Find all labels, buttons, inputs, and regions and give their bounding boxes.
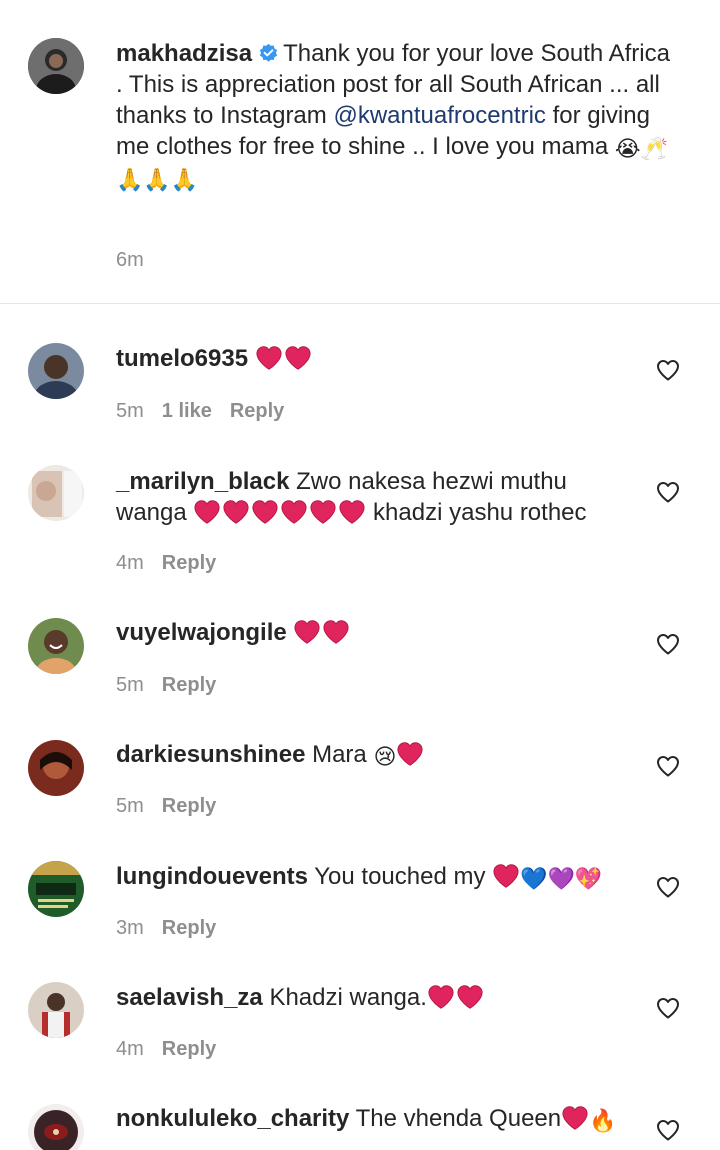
avatar-image (28, 1104, 84, 1150)
avatar-saelavish_za[interactable] (28, 982, 84, 1038)
caption-text: makhadzisa Thank you for your love South … (116, 38, 680, 193)
caption-emojis-end: 😭🥂 (614, 136, 668, 161)
comment-_marilyn_black: _marilyn_black Zwo nakesa hezwi muthu wa… (116, 466, 640, 528)
comment-username[interactable]: _marilyn_black (116, 468, 289, 495)
red-heart-emoji (322, 619, 350, 645)
caption-meta: 6m (116, 249, 144, 272)
red-heart-emoji (280, 499, 308, 525)
comment-vuyelwajongile: vuyelwajongile (116, 617, 640, 648)
caption-time: 6m (116, 249, 144, 271)
reply-button[interactable]: Reply (230, 400, 284, 422)
avatar-tumelo6935[interactable] (28, 343, 84, 399)
caption-emojis-line2: 🙏🙏🙏 (116, 167, 199, 192)
avatar-image (28, 38, 84, 94)
reply-button[interactable]: Reply (162, 552, 216, 574)
comment-nonkululeko_charity: nonkululeko_charity The vhenda Queen 🔥 (116, 1103, 640, 1134)
red-heart-emoji (338, 499, 366, 525)
red-heart-emoji (255, 345, 283, 371)
comment-text-before: The vhenda Queen (355, 1105, 562, 1132)
comment-meta: 5m Reply (116, 795, 216, 818)
comment-likes[interactable]: 1 like (162, 400, 212, 422)
red-heart-emoji (492, 863, 520, 889)
comment-meta: 5m 1 like Reply (116, 400, 284, 423)
red-heart-emoji (251, 499, 279, 525)
comment-time: 3m (116, 917, 144, 939)
fire-emoji: 🔥 (589, 1108, 617, 1133)
comment-text-before: Khadzi wanga. (269, 984, 427, 1011)
red-heart-emoji (309, 499, 337, 525)
comment-username[interactable]: nonkululeko_charity (116, 1105, 349, 1132)
avatar-image (28, 861, 84, 917)
comment-username[interactable]: darkiesunshinee (116, 741, 305, 768)
red-heart-emoji (193, 499, 221, 525)
comment-darkiesunshinee: darkiesunshinee Mara 😢 (116, 739, 640, 770)
post-caption: makhadzisa Thank you for your love South … (0, 0, 720, 304)
comment-username[interactable]: saelavish_za (116, 984, 263, 1011)
caption-username[interactable]: makhadzisa (116, 40, 252, 67)
comment-meta: 3m Reply (116, 917, 216, 940)
avatar-vuyelwajongile[interactable] (28, 618, 84, 674)
red-heart-emoji (561, 1105, 589, 1131)
red-heart-emoji (456, 984, 484, 1010)
divider (0, 303, 720, 304)
red-heart-emoji (427, 984, 455, 1010)
colored-hearts-emoji: 💙💜💖 (520, 866, 603, 891)
avatar-_marilyn_black[interactable] (28, 465, 84, 521)
caption-mention[interactable]: @kwantuafrocentric (333, 102, 545, 129)
avatar-image (28, 465, 84, 521)
comment-saelavish_za: saelavish_za Khadzi wanga. (116, 982, 640, 1013)
like-heart-icon[interactable] (656, 997, 680, 1019)
comment-time: 4m (116, 552, 144, 574)
reply-button[interactable]: Reply (162, 917, 216, 939)
red-heart-emoji (222, 499, 250, 525)
like-heart-icon[interactable] (656, 633, 680, 655)
comment-tumelo6935: tumelo6935 (116, 343, 640, 374)
red-heart-emoji (284, 345, 312, 371)
avatar-image (28, 982, 84, 1038)
comment-lungindouevents: lungindouevents You touched my 💙💜💖 (116, 861, 640, 892)
comment-time: 5m (116, 400, 144, 422)
crying-face-emoji: 😢 (373, 744, 397, 769)
avatar-makhadzisa[interactable] (28, 38, 84, 94)
comment-username[interactable]: lungindouevents (116, 863, 308, 890)
like-heart-icon[interactable] (656, 481, 680, 503)
like-heart-icon[interactable] (656, 1119, 680, 1141)
like-heart-icon[interactable] (656, 359, 680, 381)
comment-time: 5m (116, 795, 144, 817)
comment-text-before: Mara (312, 741, 374, 768)
comment-text-before: You touched my (314, 863, 493, 890)
reply-button[interactable]: Reply (162, 1038, 216, 1060)
avatar-image (28, 618, 84, 674)
avatar-lungindouevents[interactable] (28, 861, 84, 917)
avatar-image (28, 343, 84, 399)
verified-badge-icon (260, 43, 278, 62)
avatar-nonkululeko_charity[interactable] (28, 1104, 84, 1150)
comment-meta: 4m Reply (116, 1038, 216, 1061)
comment-text-after: khadzi yashu rothec (366, 499, 587, 526)
comment-username[interactable]: vuyelwajongile (116, 619, 287, 646)
reply-button[interactable]: Reply (162, 795, 216, 817)
avatar-darkiesunshinee[interactable] (28, 740, 84, 796)
red-heart-emoji (293, 619, 321, 645)
red-heart-emoji (396, 741, 424, 767)
comment-meta: 5m Reply (116, 674, 216, 697)
comment-time: 4m (116, 1038, 144, 1060)
comment-meta: 4m Reply (116, 552, 216, 575)
comment-time: 5m (116, 674, 144, 696)
comment-username[interactable]: tumelo6935 (116, 345, 248, 372)
avatar-image (28, 740, 84, 796)
like-heart-icon[interactable] (656, 755, 680, 777)
reply-button[interactable]: Reply (162, 674, 216, 696)
like-heart-icon[interactable] (656, 876, 680, 898)
